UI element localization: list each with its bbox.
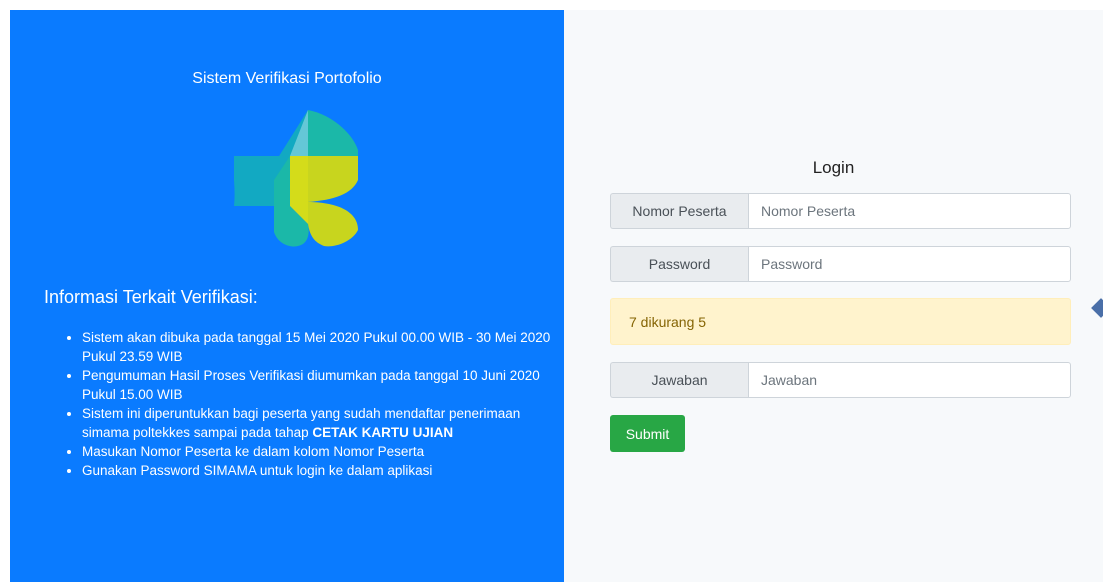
jawaban-group: Jawaban <box>610 362 1071 398</box>
info-item: Sistem ini diperuntukkan bagi peserta ya… <box>82 404 562 442</box>
nomor-peserta-input[interactable] <box>748 193 1071 229</box>
info-item: Sistem akan dibuka pada tanggal 15 Mei 2… <box>82 328 562 366</box>
info-item-text: Sistem ini diperuntukkan bagi peserta ya… <box>82 406 521 440</box>
jawaban-label: Jawaban <box>610 362 748 398</box>
info-item: Gunakan Password SIMAMA untuk login ke d… <box>82 461 562 480</box>
info-item: Pengumuman Hasil Proses Verifikasi diumu… <box>82 366 562 404</box>
info-item: Masukan Nomor Peserta ke dalam kolom Nom… <box>82 442 562 461</box>
kemenkes-logo-icon <box>234 110 358 247</box>
app-title: Sistem Verifikasi Portofolio <box>192 70 382 87</box>
info-heading: Informasi Terkait Verifikasi: <box>44 287 258 307</box>
password-input[interactable] <box>748 246 1071 282</box>
password-group: Password <box>610 246 1071 282</box>
info-item-bold: CETAK KARTU UJIAN <box>312 425 454 440</box>
captcha-question: 7 dikurang 5 <box>610 298 1071 345</box>
info-panel: Sistem Verifikasi Portofolio Informasi T… <box>10 10 564 582</box>
nomor-peserta-group: Nomor Peserta <box>610 193 1071 229</box>
nomor-peserta-label: Nomor Peserta <box>610 193 748 229</box>
login-panel: Login Nomor Peserta Password 7 dikurang … <box>564 10 1103 582</box>
login-title: Login <box>812 158 855 177</box>
info-list: Sistem akan dibuka pada tanggal 15 Mei 2… <box>64 328 562 480</box>
submit-button[interactable]: Submit <box>610 415 685 452</box>
jawaban-input[interactable] <box>748 362 1071 398</box>
password-label: Password <box>610 246 748 282</box>
